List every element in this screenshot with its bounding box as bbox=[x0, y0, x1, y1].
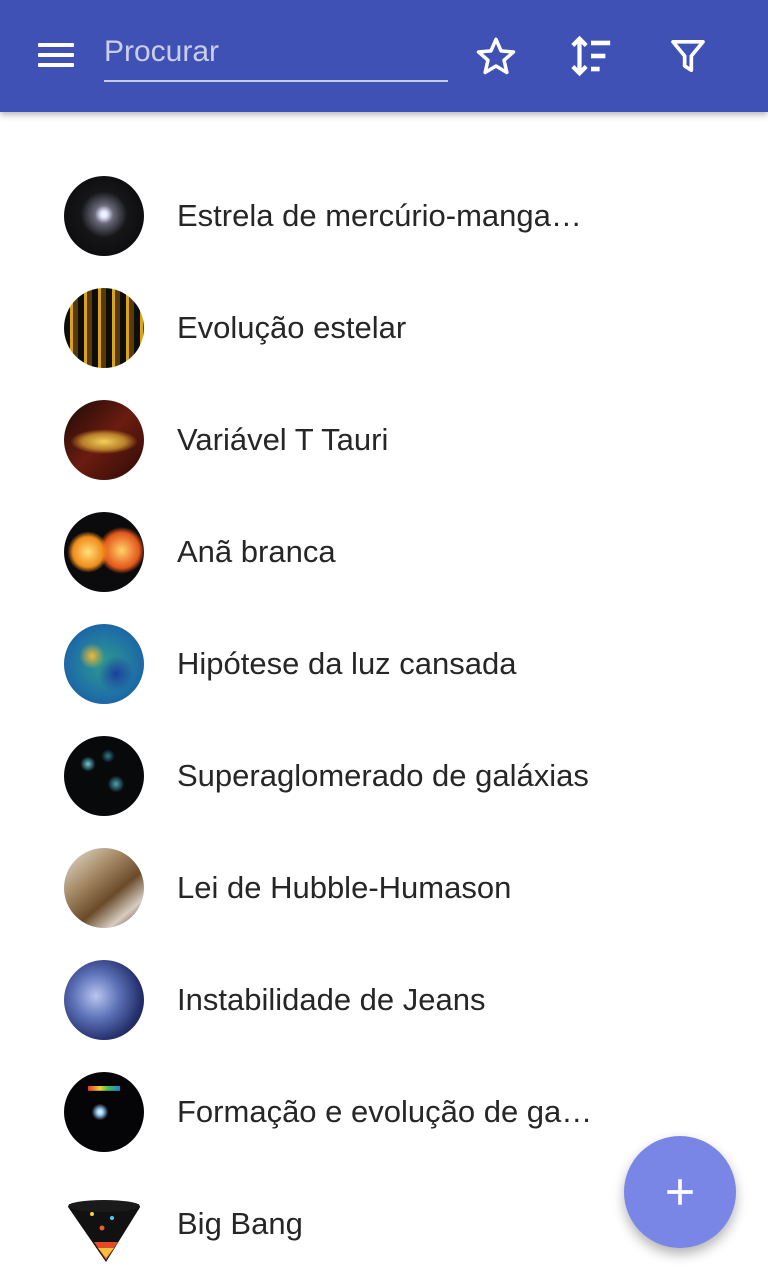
app-bar bbox=[0, 0, 768, 112]
list-item[interactable]: Evolução estelar bbox=[0, 272, 768, 384]
list-item[interactable]: Variável T Tauri bbox=[0, 384, 768, 496]
list-item[interactable]: Anã branca bbox=[0, 496, 768, 608]
star-icon bbox=[476, 37, 516, 75]
list-item[interactable]: Estrela de mercúrio-manganês bbox=[0, 160, 768, 272]
favorites-button[interactable] bbox=[470, 30, 522, 82]
list-item[interactable]: Superaglomerado de galáxias bbox=[0, 720, 768, 832]
list-item[interactable]: Lei de Hubble-Humason bbox=[0, 832, 768, 944]
list-item-label: Formação e evolução de galáxias bbox=[177, 1094, 597, 1129]
plus-icon bbox=[667, 1179, 693, 1205]
menu-icon-line bbox=[38, 53, 74, 57]
thumbnail bbox=[64, 288, 144, 368]
thumbnail bbox=[64, 736, 144, 816]
thumbnail bbox=[64, 848, 144, 928]
list-item-label: Big Bang bbox=[177, 1206, 303, 1241]
thumbnail bbox=[64, 960, 144, 1040]
list-item-label: Instabilidade de Jeans bbox=[177, 982, 486, 1017]
list-item-label: Anã branca bbox=[177, 534, 336, 569]
filter-button[interactable] bbox=[662, 30, 714, 82]
list-item[interactable]: Hipótese da luz cansada bbox=[0, 608, 768, 720]
filter-icon bbox=[671, 40, 705, 72]
menu-button[interactable] bbox=[34, 38, 78, 74]
thumbnail bbox=[64, 400, 144, 480]
thumbnail bbox=[64, 1184, 144, 1264]
thumbnail bbox=[64, 176, 144, 256]
list-item[interactable]: Instabilidade de Jeans bbox=[0, 944, 768, 1056]
thumbnail bbox=[64, 624, 144, 704]
big-bang-diagram-icon bbox=[66, 1200, 142, 1262]
list-item-label: Hipótese da luz cansada bbox=[177, 646, 517, 681]
search-input[interactable] bbox=[104, 24, 448, 82]
list-item-label: Variável T Tauri bbox=[177, 422, 389, 457]
add-button[interactable] bbox=[624, 1136, 736, 1248]
list-item-label: Estrela de mercúrio-manganês bbox=[177, 198, 597, 233]
article-list: Estrela de mercúrio-manganês Evolução es… bbox=[0, 160, 768, 1280]
thumbnail bbox=[64, 512, 144, 592]
menu-icon-line bbox=[38, 43, 74, 47]
list-item-label: Superaglomerado de galáxias bbox=[177, 758, 589, 793]
list-item-label: Evolução estelar bbox=[177, 310, 407, 345]
menu-icon-line bbox=[38, 63, 74, 67]
sort-icon bbox=[571, 35, 611, 77]
list-item-label: Lei de Hubble-Humason bbox=[177, 870, 512, 905]
sort-button[interactable] bbox=[565, 30, 617, 82]
thumbnail bbox=[64, 1072, 144, 1152]
